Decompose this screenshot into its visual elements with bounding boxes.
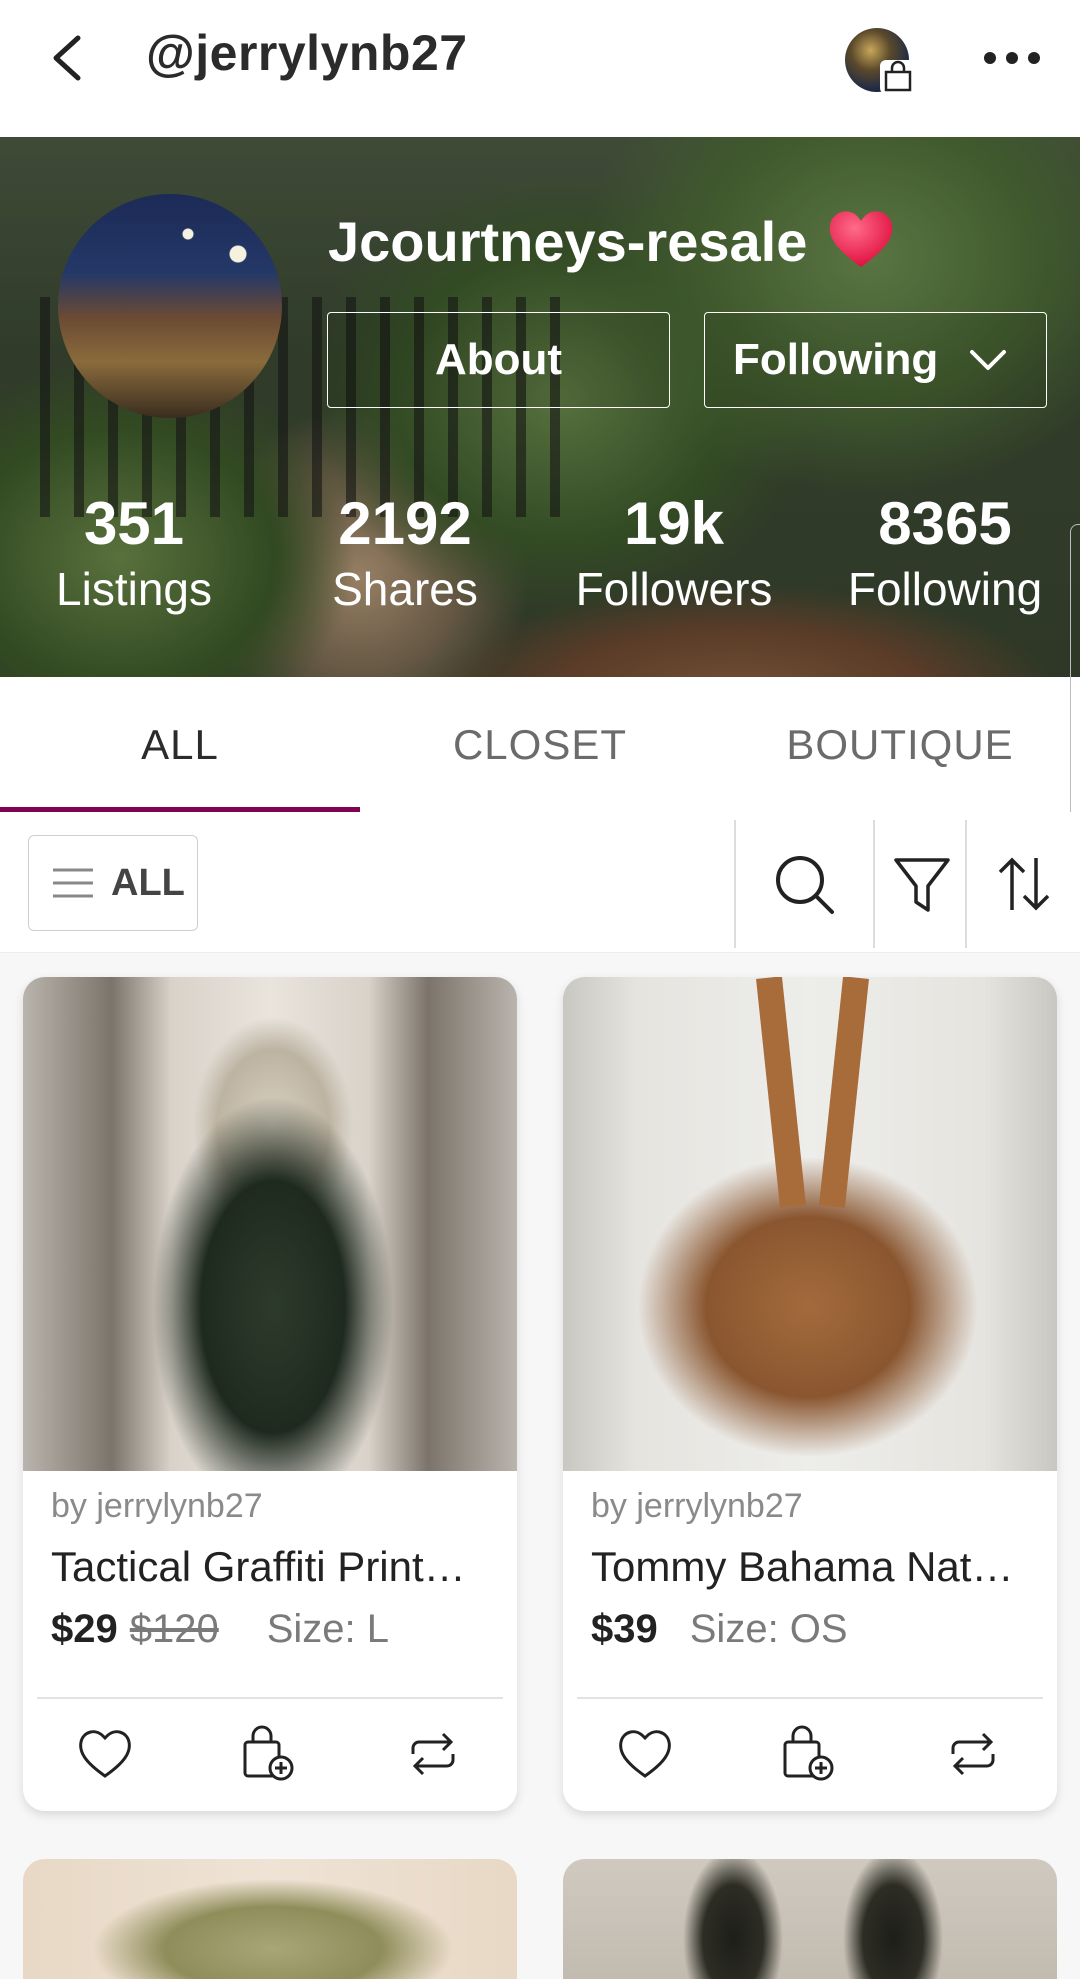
stat-value: 2192 [338, 490, 472, 557]
listing-card[interactable]: by jerrylynb27 Tactical Graffiti Print… … [23, 977, 517, 1811]
filter-button[interactable] [890, 852, 954, 916]
chevron-down-icon [970, 350, 1006, 370]
listing-price-row: $39 Size: OS [591, 1607, 848, 1652]
share-button[interactable] [403, 1724, 463, 1784]
edge-scroll-handle[interactable] [1070, 524, 1080, 824]
heart-outline-icon [619, 1730, 671, 1778]
search-button[interactable] [772, 852, 836, 916]
page-title: @jerrylynb27 [146, 25, 468, 81]
listing-image[interactable] [23, 977, 517, 1471]
repeat-share-icon [411, 1732, 455, 1776]
listing-price: $39 [591, 1607, 658, 1651]
bag-add-icon [243, 1725, 294, 1781]
more-horizontal-icon [984, 52, 1040, 64]
stat-followers[interactable]: 19k Followers [564, 489, 784, 619]
repeat-share-icon [951, 1732, 995, 1776]
top-bar: @jerrylynb27 [0, 0, 1080, 137]
listing-card[interactable] [563, 1859, 1057, 1979]
bag-add-icon [783, 1725, 834, 1781]
filter-icon [894, 858, 950, 912]
stat-following[interactable]: 8365 Following [835, 489, 1055, 619]
shop-name: Jcourtneys-resale [328, 210, 808, 273]
divider [965, 820, 967, 948]
menu-icon [53, 868, 93, 898]
chevron-left-icon [53, 35, 81, 81]
tab-closet[interactable]: CLOSET [360, 677, 720, 812]
like-button[interactable] [615, 1724, 675, 1784]
stat-shares[interactable]: 2192 Shares [295, 489, 515, 619]
following-button-label: Following [733, 335, 939, 384]
listing-price: $29 [51, 1607, 118, 1651]
tab-all[interactable]: ALL [0, 677, 360, 812]
listing-size: Size: OS [689, 1607, 848, 1651]
stat-value: 8365 [878, 490, 1012, 557]
divider [873, 820, 875, 948]
divider [37, 1697, 503, 1699]
like-button[interactable] [75, 1724, 135, 1784]
heart-icon [829, 211, 893, 267]
stat-label: Following [847, 563, 1043, 615]
stat-label: Listings [56, 563, 212, 615]
listing-size: Size: L [266, 1607, 390, 1651]
category-filter-label: ALL [111, 861, 185, 904]
divider [734, 820, 736, 948]
listing-title[interactable]: Tactical Graffiti Print… [51, 1543, 497, 1591]
stat-label: Followers [575, 563, 773, 615]
divider [577, 1697, 1043, 1699]
share-button[interactable] [943, 1724, 1003, 1784]
back-button[interactable] [40, 30, 96, 86]
tab-boutique[interactable]: BOUTIQUE [720, 677, 1080, 812]
sort-icon [998, 857, 1050, 911]
add-to-bundle-button[interactable] [779, 1724, 839, 1784]
about-button-label: About [434, 335, 563, 384]
shopping-bag-icon [880, 60, 916, 94]
profile-avatar[interactable] [58, 194, 282, 418]
listing-title[interactable]: Tommy Bahama Nat… [591, 1543, 1037, 1591]
closet-tabs: ALL CLOSET BOUTIQUE [0, 677, 1080, 813]
listing-card[interactable]: by jerrylynb27 Tommy Bahama Nat… $39 Size… [563, 977, 1057, 1811]
add-to-bundle-button[interactable] [239, 1724, 299, 1784]
listing-seller: by jerrylynb27 [51, 1487, 263, 1525]
listing-original-price: $120 [129, 1607, 219, 1651]
more-button[interactable] [980, 40, 1044, 76]
category-filter-button[interactable]: ALL [28, 835, 198, 931]
filter-bar: ALL [0, 812, 1080, 953]
sort-button[interactable] [992, 852, 1056, 916]
listing-price-row: $29 $120 Size: L [51, 1607, 389, 1652]
profile-cover: Jcourtneys-resale About Following 351 Li… [0, 137, 1080, 677]
listing-card[interactable] [23, 1859, 517, 1979]
listing-seller: by jerrylynb27 [591, 1487, 803, 1525]
about-button[interactable]: About [327, 312, 670, 408]
stat-value: 19k [623, 490, 725, 557]
heart-outline-icon [79, 1730, 131, 1778]
search-icon [776, 856, 834, 914]
listing-image[interactable] [563, 977, 1057, 1471]
stat-value: 351 [83, 490, 185, 557]
following-button[interactable]: Following [704, 312, 1047, 408]
stat-label: Shares [332, 563, 478, 615]
stat-listings[interactable]: 351 Listings [24, 489, 244, 619]
